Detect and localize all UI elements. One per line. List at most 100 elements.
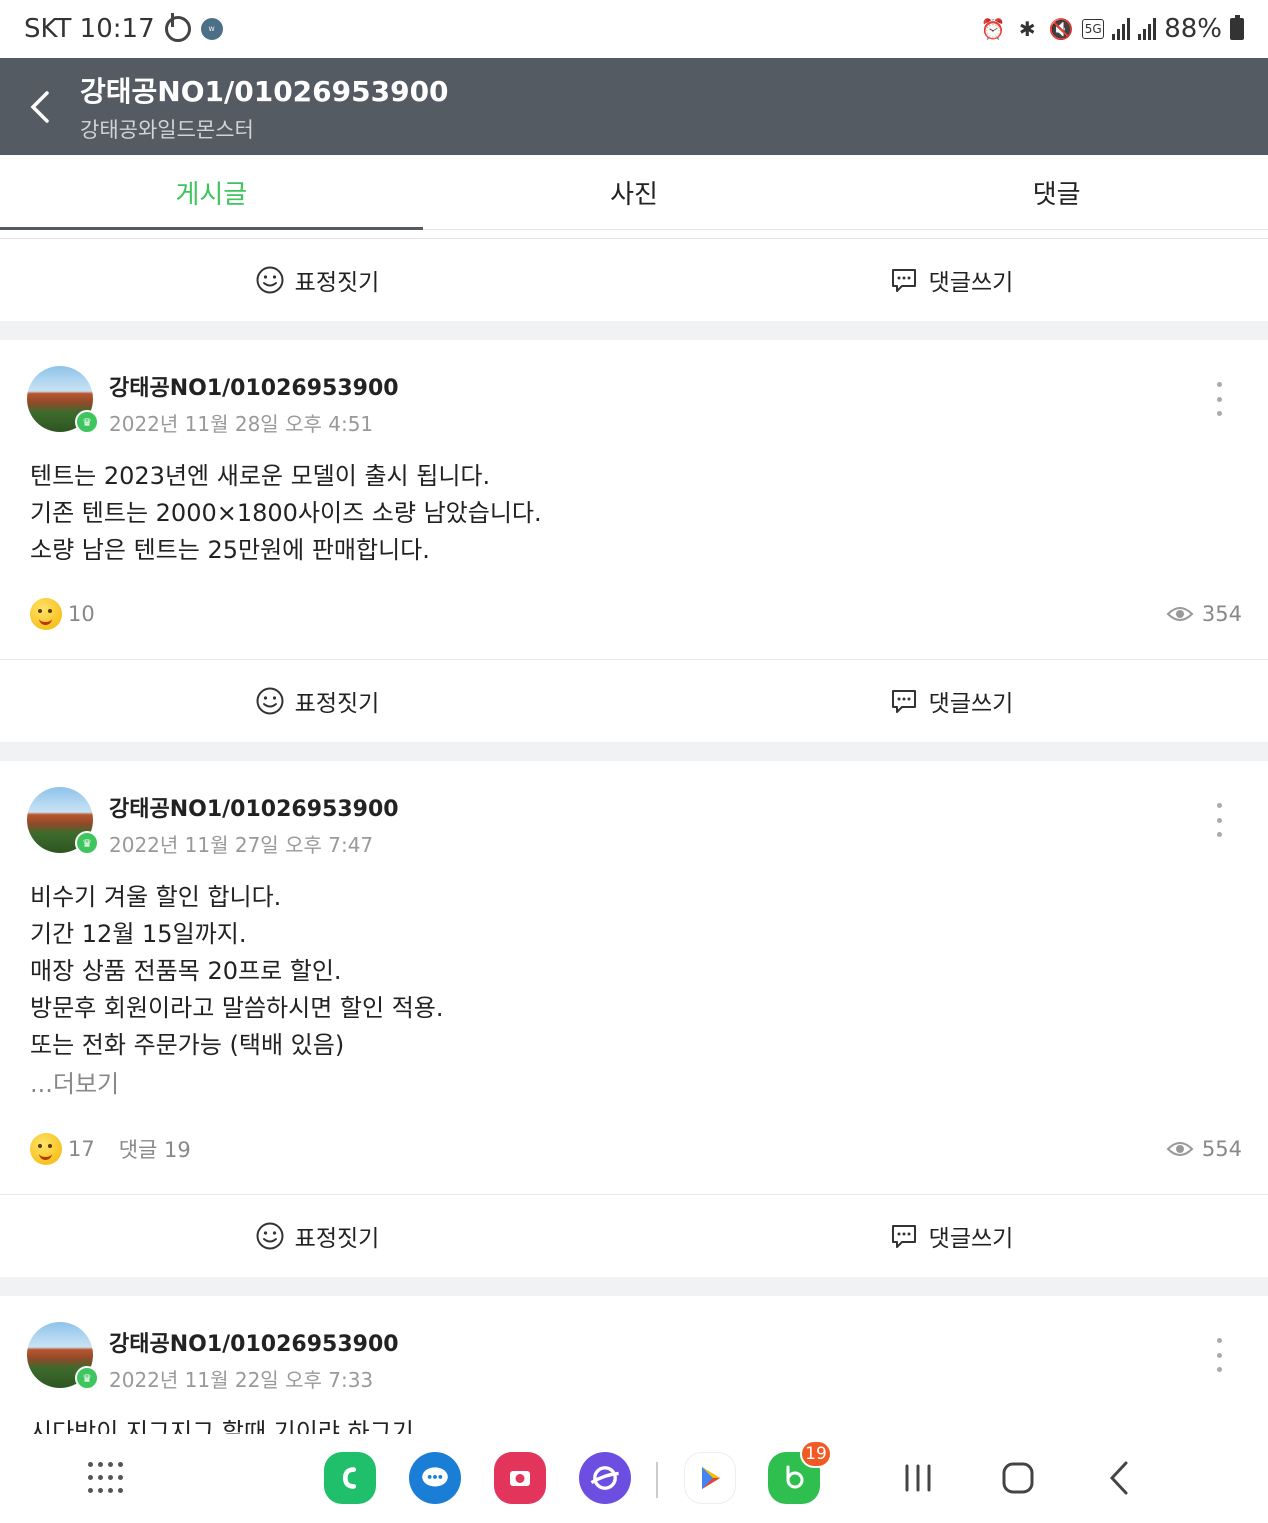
crown-icon: ♛ [75, 1366, 99, 1390]
battery-percent: 88% [1164, 14, 1222, 44]
comment-count[interactable]: 댓글 19 [119, 1134, 191, 1164]
back-button[interactable] [0, 58, 80, 155]
comment-label: 댓글쓰기 [928, 1226, 1014, 1252]
band-app-icon[interactable]: 19 [768, 1440, 832, 1504]
tab-bar: 게시글 사진 댓글 [0, 155, 1268, 230]
messages-app-icon[interactable] [409, 1452, 461, 1504]
more-options-icon[interactable] [1206, 382, 1232, 416]
5g-icon: 5G [1082, 19, 1105, 39]
signal-icon [1138, 18, 1157, 40]
post-line: 방문후 회원이라고 말씀하시면 할인 적용. [30, 994, 444, 1022]
bluetooth-icon: ✱ [1018, 17, 1036, 41]
emoji-reaction-icon[interactable] [30, 1133, 62, 1165]
eye-icon [1166, 1142, 1194, 1156]
post-author[interactable]: 강태공NO1/01026953900 [109, 791, 399, 823]
post-author[interactable]: 강태공NO1/01026953900 [109, 370, 399, 402]
system-back-button[interactable] [1100, 1458, 1140, 1498]
recent-apps-button[interactable] [898, 1458, 938, 1498]
comment-bubble-icon [891, 269, 916, 292]
alarm-icon: ⏰ [980, 17, 1006, 41]
react-label: 표정짓기 [294, 270, 380, 296]
tab-photos[interactable]: 사진 [423, 155, 846, 229]
comment-label: 댓글쓰기 [928, 270, 1014, 296]
home-button[interactable] [998, 1458, 1038, 1498]
react-button[interactable]: 표정짓기 [0, 1195, 634, 1277]
post-line: 기간 12월 15일까지. [30, 920, 247, 948]
post-body[interactable]: 텐트는 2023년엔 새로운 모델이 출시 됩니다. 기존 텐트는 2000×1… [30, 458, 1242, 569]
react-label: 표정짓기 [294, 691, 380, 717]
phone-app-icon[interactable] [324, 1452, 376, 1504]
post-line: 시다밧이 지그지그 할때 기이랴 하그기 [30, 1418, 414, 1434]
reaction-count[interactable]: 10 [68, 602, 95, 626]
tab-posts[interactable]: 게시글 [0, 155, 423, 230]
post-card: ♛ 강태공NO1/01026953900 2022년 11월 28일 오후 4:… [0, 340, 1268, 742]
eye-icon [1166, 607, 1194, 621]
avatar[interactable]: ♛ [27, 366, 99, 434]
react-button[interactable]: 표정짓기 [0, 239, 634, 321]
post-line: 또는 전화 주문가능 (택배 있음) [30, 1031, 345, 1059]
react-button[interactable]: 표정짓기 [0, 660, 634, 742]
post-card: ♛ 강태공NO1/01026953900 2022년 11월 22일 오후 7:… [0, 1296, 1268, 1434]
home-icon [1002, 1462, 1034, 1494]
post-date: 2022년 11월 28일 오후 4:51 [109, 412, 374, 436]
app-drawer-icon[interactable] [88, 1462, 123, 1496]
view-count: 554 [1201, 1137, 1242, 1161]
b-band-icon [164, 13, 191, 42]
post-line: 비수기 겨울 할인 합니다. [30, 883, 282, 911]
comment-label: 댓글쓰기 [928, 691, 1014, 717]
post-line: 매장 상품 전품목 20프로 할인. [30, 957, 342, 985]
post-feed[interactable]: 표정짓기 댓글쓰기 ♛ 강태공NO1/01026953900 2022년 11월… [0, 238, 1268, 1434]
recent-apps-icon [905, 1464, 931, 1492]
wear-icon: W [200, 18, 223, 40]
post-stats: 17 댓글 19 554 [30, 1104, 1242, 1194]
post-line: 텐트는 2023년엔 새로운 모델이 출시 됩니다. [30, 462, 491, 490]
battery-icon [1230, 15, 1244, 40]
post-actions: 표정짓기 댓글쓰기 [0, 239, 1268, 321]
signal-icon [1112, 18, 1131, 40]
emoji-reaction-icon[interactable] [30, 598, 62, 630]
crown-icon: ♛ [75, 831, 99, 855]
post-actions: 표정짓기 댓글쓰기 [0, 1195, 1268, 1277]
carrier-time: SKT 10:17 [24, 14, 155, 44]
reaction-count[interactable]: 17 [68, 1137, 95, 1161]
comment-bubble-icon [891, 690, 916, 713]
post-card: ♛ 강태공NO1/01026953900 2022년 11월 27일 오후 7:… [0, 761, 1268, 1277]
post-body[interactable]: 비수기 겨울 할인 합니다. 기간 12월 15일까지. 매장 상품 전품목 2… [30, 879, 1242, 1064]
smiley-icon [256, 1222, 284, 1250]
write-comment-button[interactable]: 댓글쓰기 [634, 239, 1268, 321]
crown-icon: ♛ [75, 410, 99, 434]
avatar[interactable]: ♛ [27, 787, 99, 855]
post-actions: 표정짓기 댓글쓰기 [0, 660, 1268, 742]
dock-separator [656, 1462, 658, 1498]
back-arrow-icon [1109, 1461, 1128, 1495]
navigation-bar: 19 [0, 1434, 1268, 1523]
smiley-icon [256, 266, 284, 294]
section-gap [0, 1277, 1268, 1296]
smiley-icon [256, 687, 284, 715]
app-header: 강태공NO1/01026953900 강태공와일드몬스터 [0, 58, 1268, 155]
more-options-icon[interactable] [1206, 803, 1232, 837]
page-subtitle: 강태공와일드몬스터 [80, 117, 254, 142]
view-count: 354 [1201, 602, 1242, 626]
post-line: 소량 남은 텐트는 25만원에 판매합니다. [30, 536, 430, 564]
write-comment-button[interactable]: 댓글쓰기 [634, 1195, 1268, 1277]
section-gap [0, 742, 1268, 761]
chevron-left-icon [30, 90, 49, 123]
camera-app-icon[interactable] [494, 1452, 546, 1504]
post-date: 2022년 11월 22일 오후 7:33 [109, 1368, 374, 1392]
post-date: 2022년 11월 27일 오후 7:47 [109, 833, 374, 857]
react-label: 표정짓기 [294, 1226, 380, 1252]
post-author[interactable]: 강태공NO1/01026953900 [109, 1326, 399, 1358]
mute-icon: 🔇 [1048, 17, 1074, 41]
section-gap [0, 321, 1268, 340]
post-stats: 10 354 [30, 569, 1242, 659]
more-options-icon[interactable] [1206, 1338, 1232, 1372]
play-store-icon[interactable] [684, 1452, 736, 1504]
notification-badge: 19 [800, 1440, 832, 1468]
avatar[interactable]: ♛ [27, 1322, 99, 1390]
tab-comments[interactable]: 댓글 [845, 155, 1268, 229]
post-body[interactable]: 시다밧이 지그지그 할때 기이랴 하그기 [30, 1414, 1242, 1434]
internet-app-icon[interactable] [579, 1452, 631, 1504]
write-comment-button[interactable]: 댓글쓰기 [634, 660, 1268, 742]
see-more-link[interactable]: ...더보기 [30, 1064, 1242, 1104]
